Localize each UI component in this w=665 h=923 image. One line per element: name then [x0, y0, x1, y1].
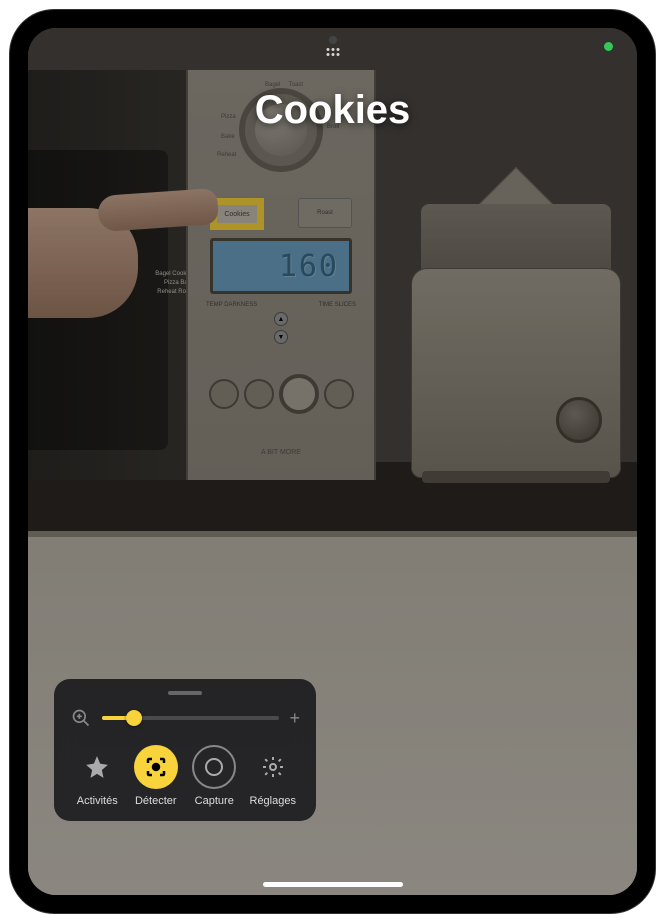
- tab-settings[interactable]: Réglages: [246, 745, 301, 807]
- home-indicator[interactable]: [263, 882, 403, 887]
- zoom-in-icon[interactable]: +: [289, 708, 300, 729]
- zoom-slider-row: +: [66, 707, 304, 741]
- detect-frame-icon: [134, 745, 178, 789]
- camera-in-use-indicator: [604, 42, 613, 51]
- panel-grabber[interactable]: [168, 691, 202, 695]
- star-icon: [75, 745, 119, 789]
- tab-activities-label: Activités: [77, 795, 118, 807]
- magnifier-control-panel[interactable]: + Activités Détecter: [54, 679, 316, 821]
- zoom-out-icon[interactable]: [70, 707, 92, 729]
- detection-result-title: Cookies: [28, 88, 637, 133]
- screen: Bagel Cookies Pizza Bake Reheat Roast Ba…: [28, 28, 637, 895]
- zoom-slider-thumb[interactable]: [126, 710, 142, 726]
- gear-icon: [251, 745, 295, 789]
- tab-detect[interactable]: Détecter: [129, 745, 184, 807]
- tab-settings-label: Réglages: [250, 795, 296, 807]
- tab-capture-label: Capture: [195, 795, 234, 807]
- circle-outline-icon: [192, 745, 236, 789]
- zoom-slider[interactable]: [102, 716, 279, 720]
- ipad-frame: Bagel Cookies Pizza Bake Reheat Roast Ba…: [10, 10, 655, 913]
- tab-detect-label: Détecter: [135, 795, 177, 807]
- status-bar: [28, 28, 637, 52]
- front-camera-dot: [329, 36, 337, 44]
- mode-tab-row: Activités Détecter Capture: [66, 741, 304, 807]
- tab-capture[interactable]: Capture: [187, 745, 242, 807]
- tab-activities[interactable]: Activités: [70, 745, 125, 807]
